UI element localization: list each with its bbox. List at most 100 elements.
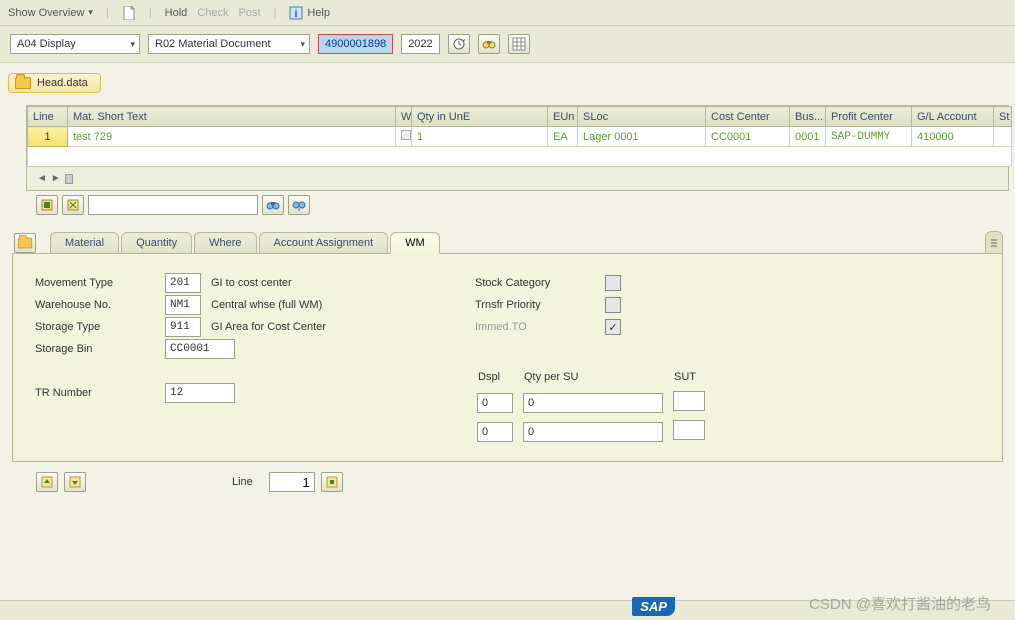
storage-type-field[interactable]: 911 bbox=[165, 317, 201, 337]
cell-qty[interactable]: 1 bbox=[412, 127, 548, 147]
folder-icon bbox=[18, 238, 32, 249]
main-content: Head.data Line Mat. Short Text W Qty in … bbox=[0, 63, 1015, 506]
col-gl-account[interactable]: G/L Account bbox=[912, 107, 994, 127]
activity-dropdown[interactable]: A04 Display bbox=[10, 34, 140, 54]
warehouse-no-field[interactable]: NM1 bbox=[165, 295, 201, 315]
col-sloc[interactable]: SLoc bbox=[578, 107, 706, 127]
cell-material[interactable]: test 729 bbox=[68, 127, 396, 147]
cell-gl[interactable]: 410000 bbox=[912, 127, 994, 147]
col-profit-center[interactable]: Profit Center bbox=[826, 107, 912, 127]
movement-type-label: Movement Type bbox=[35, 277, 155, 289]
sut-header: SUT bbox=[673, 370, 713, 387]
deselect-all-icon bbox=[67, 199, 79, 211]
selection-criteria-bar: A04 Display R02 Material Document 490000… bbox=[0, 26, 1015, 63]
col-status[interactable]: St bbox=[994, 107, 1012, 127]
grid-layout-button[interactable] bbox=[508, 34, 530, 54]
grid-scroll-nav: ◄ ► bbox=[27, 167, 1008, 190]
grid-icon bbox=[512, 37, 526, 51]
prev-item-button[interactable] bbox=[36, 472, 58, 492]
watermark-text: CSDN @喜欢打酱油的老鸟 bbox=[809, 593, 991, 614]
post-button: Post bbox=[238, 7, 260, 19]
dspl-1-input[interactable]: 0 bbox=[477, 393, 513, 413]
items-grid: Line Mat. Short Text W Qty in UnE EUn SL… bbox=[26, 105, 1009, 191]
scroll-thumb[interactable] bbox=[65, 174, 73, 184]
movement-type-desc: GI to cost center bbox=[211, 277, 292, 289]
execute-button[interactable] bbox=[448, 34, 470, 54]
col-line[interactable]: Line bbox=[28, 107, 68, 127]
line-number-input[interactable] bbox=[269, 472, 315, 492]
storage-bin-field[interactable]: CC0001 bbox=[165, 339, 235, 359]
cell-status[interactable] bbox=[994, 127, 1012, 147]
warehouse-no-desc: Central whse (full WM) bbox=[211, 299, 322, 311]
dspl-2-input[interactable]: 0 bbox=[477, 422, 513, 442]
document-number-input[interactable]: 4900001898 bbox=[318, 34, 393, 54]
storage-bin-label: Storage Bin bbox=[35, 343, 155, 355]
arrow-up-icon bbox=[40, 475, 54, 489]
tab-account-assignment[interactable]: Account Assignment bbox=[259, 232, 389, 253]
movement-type-field[interactable]: 201 bbox=[165, 273, 201, 293]
new-doc-button[interactable] bbox=[122, 6, 136, 20]
col-material[interactable]: Mat. Short Text bbox=[68, 107, 396, 127]
tr-number-field[interactable]: 12 bbox=[165, 383, 235, 403]
qty-su-2-input[interactable]: 0 bbox=[523, 422, 663, 442]
info-icon: i bbox=[289, 6, 303, 20]
tab-scroll-icon bbox=[989, 238, 999, 248]
tr-number-label: TR Number bbox=[35, 387, 155, 399]
col-w[interactable]: W bbox=[396, 107, 412, 127]
tab-wm[interactable]: WM bbox=[390, 232, 440, 254]
qty-su-1-input[interactable]: 0 bbox=[523, 393, 663, 413]
transfer-priority-label: Trnsfr Priority bbox=[475, 299, 595, 311]
immed-to-checkbox bbox=[605, 319, 621, 335]
clock-refresh-icon bbox=[452, 37, 466, 51]
next-item-button[interactable] bbox=[64, 472, 86, 492]
separator: | bbox=[103, 7, 112, 19]
help-button[interactable]: i Help bbox=[289, 6, 330, 20]
qty-per-su-header: Qty per SU bbox=[523, 370, 671, 387]
col-business-area[interactable]: Bus... bbox=[790, 107, 826, 127]
binoculars-icon bbox=[482, 37, 496, 51]
sut-1-input[interactable] bbox=[673, 391, 705, 411]
collapse-detail-button[interactable] bbox=[14, 233, 36, 253]
find-button[interactable] bbox=[478, 34, 500, 54]
grid-row[interactable]: 1 test 729 1 EA Lager 0001 CC0001 0001 S… bbox=[28, 127, 1012, 147]
tab-quantity[interactable]: Quantity bbox=[121, 232, 192, 253]
line-label: Line bbox=[232, 476, 253, 488]
su-table: Dspl Qty per SU SUT 0 0 0 0 bbox=[475, 368, 715, 447]
scroll-right-icon[interactable]: ► bbox=[51, 173, 61, 184]
sap-logo: SAP bbox=[632, 597, 675, 616]
cell-bus[interactable]: 0001 bbox=[790, 127, 826, 147]
tab-where[interactable]: Where bbox=[194, 232, 256, 253]
cell-cost-center[interactable]: CC0001 bbox=[706, 127, 790, 147]
col-eun[interactable]: EUn bbox=[548, 107, 578, 127]
cell-sloc[interactable]: Lager 0001 bbox=[578, 127, 706, 147]
document-year-input[interactable]: 2022 bbox=[401, 34, 439, 54]
cell-profit[interactable]: SAP-DUMMY bbox=[826, 127, 912, 147]
scroll-left-icon[interactable]: ◄ bbox=[37, 173, 47, 184]
separator: | bbox=[271, 7, 280, 19]
hold-button[interactable]: Hold bbox=[165, 7, 188, 19]
reference-doc-dropdown[interactable]: R02 Material Document bbox=[148, 34, 310, 54]
binoculars-next-icon bbox=[292, 198, 306, 212]
checkbox-icon[interactable] bbox=[401, 130, 411, 140]
grid-search-input[interactable] bbox=[88, 195, 258, 215]
cell-eun[interactable]: EA bbox=[548, 127, 578, 147]
cell-line[interactable]: 1 bbox=[28, 127, 68, 147]
find-next-button[interactable] bbox=[288, 195, 310, 215]
deselect-all-button[interactable] bbox=[62, 195, 84, 215]
select-all-button[interactable] bbox=[36, 195, 58, 215]
tab-material[interactable]: Material bbox=[50, 232, 119, 253]
stock-category-field bbox=[605, 275, 621, 291]
show-overview-button[interactable]: Show Overview ▾ bbox=[8, 7, 93, 19]
tab-scroll-button[interactable] bbox=[985, 231, 1003, 253]
go-to-line-button[interactable] bbox=[321, 472, 343, 492]
binoculars-icon bbox=[266, 198, 280, 212]
storage-type-label: Storage Type bbox=[35, 321, 155, 333]
wm-tab-panel: Movement Type 201 GI to cost center Ware… bbox=[12, 253, 1003, 462]
cell-w[interactable] bbox=[396, 127, 412, 147]
grid-empty-row bbox=[28, 147, 1012, 167]
find-in-grid-button[interactable] bbox=[262, 195, 284, 215]
col-qty[interactable]: Qty in UnE bbox=[412, 107, 548, 127]
sut-2-input[interactable] bbox=[673, 420, 705, 440]
col-cost-center[interactable]: Cost Center bbox=[706, 107, 790, 127]
head-data-button[interactable]: Head.data bbox=[8, 73, 101, 93]
